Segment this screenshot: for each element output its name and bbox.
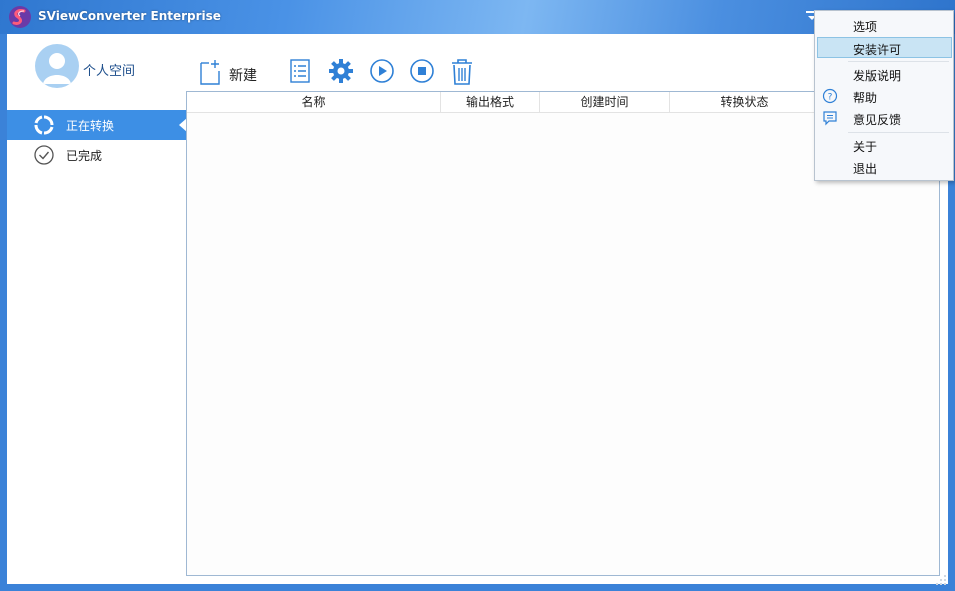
sidebar: 个人空间 正在转换 已完成 <box>7 34 187 584</box>
user-space-label[interactable]: 个人空间 <box>83 60 135 79</box>
app-window: SViewConverter Enterprise 个人空间 正在转换 已完成 … <box>0 0 955 591</box>
menu-item-about[interactable]: 关于 <box>818 135 951 156</box>
stop-icon <box>410 59 434 83</box>
list-icon <box>290 59 310 83</box>
refresh-icon <box>34 115 54 135</box>
settings-button[interactable] <box>328 58 354 86</box>
column-header-status[interactable]: 转换状态 <box>670 92 820 113</box>
task-list-button[interactable] <box>289 58 313 86</box>
main-dropdown-menu: 选项 安装许可 发版说明 ? 帮助 意见反馈 关于 退出 <box>814 10 954 181</box>
stop-button[interactable] <box>409 58 435 86</box>
menu-item-help[interactable]: ? 帮助 <box>818 86 951 107</box>
column-header-name[interactable]: 名称 <box>187 92 441 113</box>
menu-item-label: 退出 <box>853 162 878 176</box>
column-header-output-format[interactable]: 输出格式 <box>441 92 540 113</box>
menu-separator <box>848 61 949 62</box>
menu-item-label: 关于 <box>853 140 878 154</box>
svg-text:?: ? <box>828 93 833 103</box>
window-title: SViewConverter Enterprise <box>38 9 221 23</box>
new-file-icon <box>200 60 220 85</box>
menu-item-label: 帮助 <box>853 91 878 105</box>
check-circle-icon <box>34 145 54 165</box>
menu-separator <box>848 132 949 133</box>
user-icon <box>43 53 71 84</box>
avatar[interactable] <box>35 44 79 88</box>
column-header-created-time[interactable]: 创建时间 <box>540 92 670 113</box>
sidebar-item-converting[interactable]: 正在转换 <box>7 110 187 140</box>
gear-icon <box>329 59 353 83</box>
start-button[interactable] <box>369 58 395 86</box>
app-logo-icon <box>9 6 31 28</box>
help-icon: ? <box>822 88 838 104</box>
sidebar-item-label: 正在转换 <box>66 119 115 133</box>
play-icon <box>370 59 394 83</box>
new-button[interactable]: 新建 <box>197 58 267 86</box>
new-button-label: 新建 <box>229 68 257 84</box>
menu-item-feedback[interactable]: 意见反馈 <box>818 108 951 129</box>
menu-item-label: 意见反馈 <box>853 113 902 127</box>
sidebar-item-completed[interactable]: 已完成 <box>7 140 186 170</box>
menu-item-release-notes[interactable]: 发版说明 <box>818 64 951 85</box>
menu-item-install-license[interactable]: 安装许可 <box>817 37 952 58</box>
feedback-icon <box>823 111 837 126</box>
sidebar-item-label: 已完成 <box>66 149 103 163</box>
menu-item-label: 发版说明 <box>853 69 902 83</box>
menu-item-label: 选项 <box>853 20 878 34</box>
title-bar[interactable]: SViewConverter Enterprise <box>0 0 955 34</box>
delete-button[interactable] <box>450 58 474 86</box>
menu-item-exit[interactable]: 退出 <box>818 157 951 178</box>
trash-icon <box>452 59 472 85</box>
client-area: 个人空间 正在转换 已完成 新建 名称 输出格式 创建时间 转换状态 <box>7 34 948 584</box>
menu-item-options[interactable]: 选项 <box>818 15 951 36</box>
resize-grip-icon[interactable] <box>935 574 947 586</box>
menu-item-label: 安装许可 <box>853 43 902 57</box>
